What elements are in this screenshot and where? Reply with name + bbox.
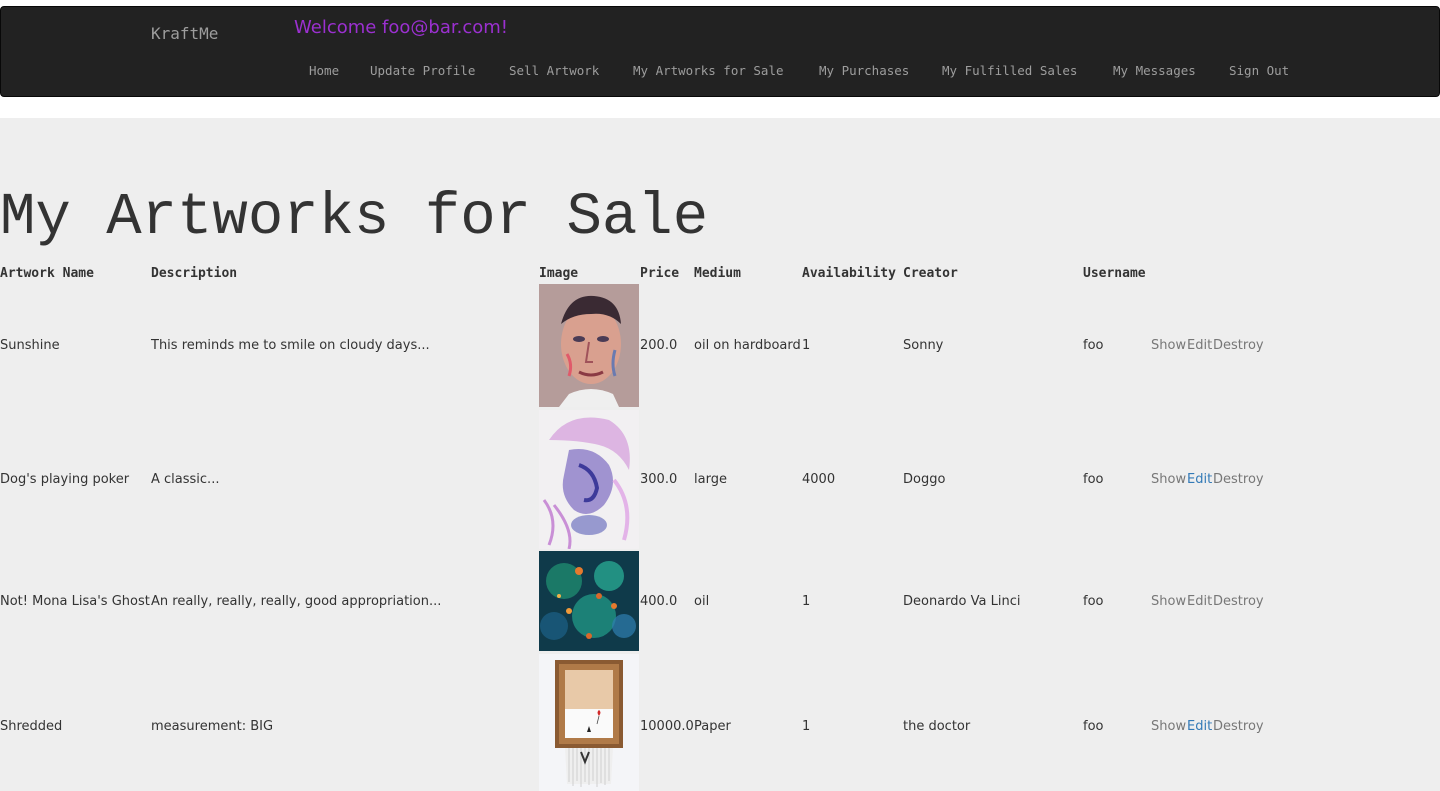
artwork-price: 300.0 [640, 472, 678, 487]
artwork-image [539, 410, 639, 549]
artwork-availability: 4000 [802, 472, 836, 487]
edit-link[interactable]: Edit [1187, 594, 1212, 609]
nav-home[interactable]: Home [309, 63, 339, 78]
show-link[interactable]: Show [1151, 338, 1186, 353]
artwork-creator: Doggo [903, 472, 946, 487]
nav-update-profile[interactable]: Update Profile [370, 63, 475, 78]
brand-link[interactable]: KraftMe [151, 24, 218, 43]
edit-link[interactable]: Edit [1187, 719, 1212, 734]
nav-my-artworks-for-sale[interactable]: My Artworks for Sale [633, 63, 784, 78]
nav-my-messages[interactable]: My Messages [1113, 63, 1196, 78]
artwork-name: Shredded [0, 719, 63, 734]
show-link[interactable]: Show [1151, 719, 1186, 734]
artwork-image [539, 284, 639, 407]
nav-sell-artwork[interactable]: Sell Artwork [509, 63, 599, 78]
artwork-description: measurement: BIG [151, 719, 274, 734]
artwork-description: This reminds me to smile on cloudy days.… [151, 338, 430, 353]
artwork-availability: 1 [802, 719, 811, 734]
destroy-link[interactable]: Destroy [1213, 719, 1264, 734]
artwork-name: Sunshine [0, 338, 60, 353]
column-header-image: Image [539, 266, 579, 281]
artwork-availability: 1 [802, 594, 811, 609]
nav-sign-out[interactable]: Sign Out [1229, 63, 1289, 78]
artwork-image [539, 551, 639, 651]
show-link[interactable]: Show [1151, 472, 1186, 487]
destroy-link[interactable]: Destroy [1213, 472, 1264, 487]
artwork-description: An really, really, really, good appropri… [151, 594, 442, 609]
nav-my-fulfilled-sales[interactable]: My Fulfilled Sales [942, 63, 1077, 78]
artwork-image [539, 654, 639, 791]
artwork-medium: oil [694, 594, 710, 609]
destroy-link[interactable]: Destroy [1213, 594, 1264, 609]
welcome-message: Welcome foo@bar.com! [294, 17, 509, 38]
column-header-price: Price [640, 266, 680, 281]
artwork-description: A classic... [151, 472, 220, 487]
edit-link[interactable]: Edit [1187, 338, 1212, 353]
artwork-price: 10000.0 [640, 719, 694, 734]
artwork-username: foo [1083, 719, 1104, 734]
navbar: KraftMe Welcome foo@bar.com! Home Update… [0, 6, 1440, 97]
show-link[interactable]: Show [1151, 594, 1186, 609]
artwork-price: 400.0 [640, 594, 678, 609]
column-header-artwork-name: Artwork Name [0, 266, 94, 281]
artwork-medium: oil on hardboard [694, 338, 801, 353]
artwork-medium: Paper [694, 719, 731, 734]
edit-link[interactable]: Edit [1187, 472, 1212, 487]
page-title: My Artworks for Sale [0, 184, 709, 251]
artwork-name: Not! Mona Lisa's Ghost [0, 594, 150, 609]
column-header-description: Description [151, 266, 238, 281]
nav-my-purchases[interactable]: My Purchases [819, 63, 909, 78]
artwork-creator: Sonny [903, 338, 944, 353]
artwork-price: 200.0 [640, 338, 678, 353]
artwork-availability: 1 [802, 338, 811, 353]
nav-links: Home Update Profile Sell Artwork My Artw… [1, 63, 1439, 83]
destroy-link[interactable]: Destroy [1213, 338, 1264, 353]
artwork-name: Dog's playing poker [0, 472, 130, 487]
column-header-availability: Availability [802, 266, 896, 281]
column-header-medium: Medium [694, 266, 741, 281]
artwork-username: foo [1083, 338, 1104, 353]
artwork-medium: large [694, 472, 727, 487]
column-header-username: Username [1083, 266, 1146, 281]
column-header-creator: Creator [903, 266, 958, 281]
artwork-username: foo [1083, 594, 1104, 609]
artwork-creator: the doctor [903, 719, 971, 734]
artwork-creator: Deonardo Va Linci [903, 594, 1021, 609]
artwork-username: foo [1083, 472, 1104, 487]
